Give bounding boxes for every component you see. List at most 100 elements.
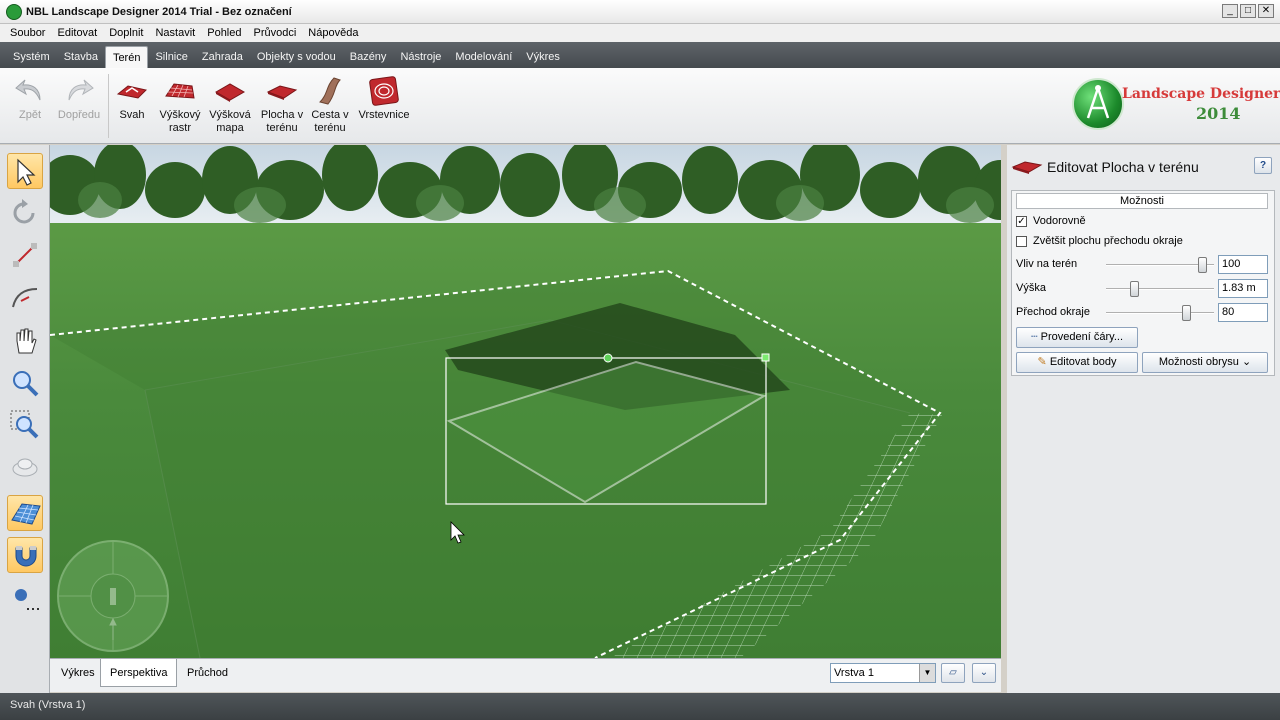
outline-options-label: Možnosti obrysu bbox=[1158, 356, 1239, 368]
back-button[interactable]: Zpět bbox=[10, 76, 50, 122]
height-grid-label: Výškový rastr bbox=[159, 109, 201, 134]
edge-row: Přechod okraje 80 bbox=[1016, 303, 1270, 323]
tab-objekty-s-vodou[interactable]: Objekty s vodou bbox=[250, 46, 343, 68]
tab-bazeny[interactable]: Bazény bbox=[343, 46, 394, 68]
slope-icon bbox=[116, 76, 148, 106]
horizontal-label: Vodorovně bbox=[1033, 215, 1086, 227]
draw-line-icon[interactable] bbox=[7, 237, 43, 273]
menu-nastavit[interactable]: Nastavit bbox=[149, 27, 201, 39]
line-style-button[interactable]: ┄ Provedení čáry... bbox=[1016, 327, 1138, 348]
window-title: NBL Landscape Designer 2014 Trial - Bez … bbox=[26, 5, 292, 18]
tab-stavba[interactable]: Stavba bbox=[57, 46, 105, 68]
terrain-area-icon bbox=[266, 76, 298, 106]
layer-menu-button[interactable]: ⌄ bbox=[972, 663, 996, 683]
layers-button[interactable]: ▱ bbox=[941, 663, 965, 683]
terrain-area-icon bbox=[1011, 161, 1043, 174]
left-toolbar bbox=[0, 145, 50, 693]
logo-compass-icon bbox=[1072, 78, 1124, 130]
slope-button[interactable]: Svah bbox=[114, 76, 150, 122]
help-button[interactable]: ? bbox=[1254, 157, 1272, 174]
select-arrow-icon[interactable] bbox=[7, 153, 43, 189]
line-style-label: Provedení čáry... bbox=[1040, 331, 1124, 343]
edge-slider[interactable] bbox=[1106, 312, 1214, 314]
horizontal-checkbox-row[interactable]: ✓ Vodorovně bbox=[1016, 215, 1086, 227]
horizontal-checkbox[interactable]: ✓ bbox=[1016, 215, 1027, 227]
outline-options-button[interactable]: Možnosti obrysu ⌄ bbox=[1142, 352, 1268, 373]
rotate-icon[interactable] bbox=[7, 195, 43, 231]
menu-editovat[interactable]: Editovat bbox=[51, 27, 103, 39]
enlarge-checkbox[interactable] bbox=[1016, 235, 1027, 247]
height-label: Výška bbox=[1016, 282, 1046, 294]
zoom-window-icon[interactable] bbox=[7, 407, 43, 443]
layer-select[interactable]: Vrstva 1 ▼ bbox=[830, 663, 936, 683]
menu-napoveda[interactable]: Nápověda bbox=[302, 27, 364, 39]
panel-title: Editovat Plocha v terénu bbox=[1047, 159, 1199, 175]
edit-points-button[interactable]: ✎ Editovat body bbox=[1016, 352, 1138, 373]
influence-slider-thumb[interactable] bbox=[1198, 257, 1207, 273]
tab-pruchod[interactable]: Průchod bbox=[178, 661, 237, 685]
edge-input[interactable]: 80 bbox=[1218, 303, 1268, 322]
hand-pan-icon[interactable] bbox=[7, 323, 43, 359]
redo-arrow-icon bbox=[63, 76, 95, 106]
chevron-down-icon: ⌄ bbox=[1238, 356, 1252, 368]
back-label: Zpět bbox=[18, 109, 41, 121]
tab-modelovani[interactable]: Modelování bbox=[448, 46, 519, 68]
title-bar: NBL Landscape Designer 2014 Trial - Bez … bbox=[0, 0, 1280, 24]
edge-label: Přechod okraje bbox=[1016, 306, 1090, 318]
menu-pohled[interactable]: Pohled bbox=[201, 27, 247, 39]
logo-title: Landscape Designer bbox=[1122, 86, 1280, 102]
tab-vykres[interactable]: Výkres bbox=[519, 46, 567, 68]
influence-row: Vliv na terén 100 bbox=[1016, 255, 1270, 275]
influence-input[interactable]: 100 bbox=[1218, 255, 1268, 274]
logo-year: 2014 bbox=[1196, 104, 1241, 123]
tab-perspektiva[interactable]: Perspektiva bbox=[100, 659, 178, 687]
forward-label: Dopředu bbox=[57, 109, 101, 121]
height-slider[interactable] bbox=[1106, 288, 1214, 290]
options-group: Možnosti ✓ Vodorovně Zvětšit plochu přec… bbox=[1011, 190, 1275, 376]
measure-icon[interactable] bbox=[7, 581, 43, 617]
terrain-path-button[interactable]: Cesta v terénu bbox=[308, 76, 352, 135]
window-controls: _ □ ✕ bbox=[1222, 4, 1274, 18]
menu-pruvodci[interactable]: Průvodci bbox=[248, 27, 303, 39]
enlarge-checkbox-row[interactable]: Zvětšit plochu přechodu okraje bbox=[1016, 235, 1183, 247]
chevron-down-icon[interactable]: ▼ bbox=[919, 664, 935, 682]
terrain-area-button[interactable]: Plocha v terénu bbox=[258, 76, 306, 135]
cloud-icon[interactable] bbox=[7, 449, 43, 485]
grid-icon[interactable] bbox=[7, 495, 43, 531]
menu-soubor[interactable]: Soubor bbox=[4, 27, 51, 39]
contours-button[interactable]: Vrstevnice bbox=[356, 76, 412, 122]
minimize-button[interactable]: _ bbox=[1222, 4, 1238, 18]
perspective-viewport[interactable] bbox=[50, 145, 1001, 658]
height-grid-icon bbox=[164, 76, 196, 106]
status-bar: Svah (Vrstva 1) bbox=[0, 693, 1280, 720]
close-button[interactable]: ✕ bbox=[1258, 4, 1274, 18]
edge-slider-thumb[interactable] bbox=[1182, 305, 1191, 321]
ribbon-tabs: Systém Stavba Terén Silnice Zahrada Obje… bbox=[0, 42, 1280, 68]
slope-label: Svah bbox=[119, 109, 145, 121]
product-logo: Landscape Designer 2014 bbox=[1072, 78, 1280, 134]
status-text: Svah (Vrstva 1) bbox=[10, 699, 86, 711]
magnet-icon[interactable] bbox=[7, 537, 43, 573]
panel-header: Editovat Plocha v terénu ? bbox=[1007, 145, 1280, 185]
edit-points-label: Editovat body bbox=[1049, 356, 1117, 368]
tab-teren[interactable]: Terén bbox=[104, 46, 149, 68]
zoom-icon[interactable] bbox=[7, 365, 43, 401]
forward-button[interactable]: Dopředu bbox=[54, 76, 104, 122]
maximize-button[interactable]: □ bbox=[1240, 4, 1256, 18]
arc-icon[interactable] bbox=[7, 279, 43, 315]
height-map-button[interactable]: Výšková mapa bbox=[206, 76, 254, 135]
height-input[interactable]: 1.83 m bbox=[1218, 279, 1268, 298]
enlarge-label: Zvětšit plochu přechodu okraje bbox=[1033, 235, 1183, 247]
tab-silnice[interactable]: Silnice bbox=[148, 46, 194, 68]
pencil-icon: ✎ bbox=[1037, 356, 1050, 368]
menu-bar: Soubor Editovat Doplnit Nastavit Pohled … bbox=[0, 24, 1280, 42]
tab-vykres-view[interactable]: Výkres bbox=[52, 661, 104, 685]
height-grid-button[interactable]: Výškový rastr bbox=[156, 76, 204, 135]
contours-label: Vrstevnice bbox=[358, 109, 410, 121]
height-slider-thumb[interactable] bbox=[1130, 281, 1139, 297]
menu-doplnit[interactable]: Doplnit bbox=[103, 27, 149, 39]
tab-nastroje[interactable]: Nástroje bbox=[393, 46, 448, 68]
tab-system[interactable]: Systém bbox=[6, 46, 57, 68]
tab-zahrada[interactable]: Zahrada bbox=[195, 46, 250, 68]
terrain-area-label: Plocha v terénu bbox=[260, 109, 304, 134]
